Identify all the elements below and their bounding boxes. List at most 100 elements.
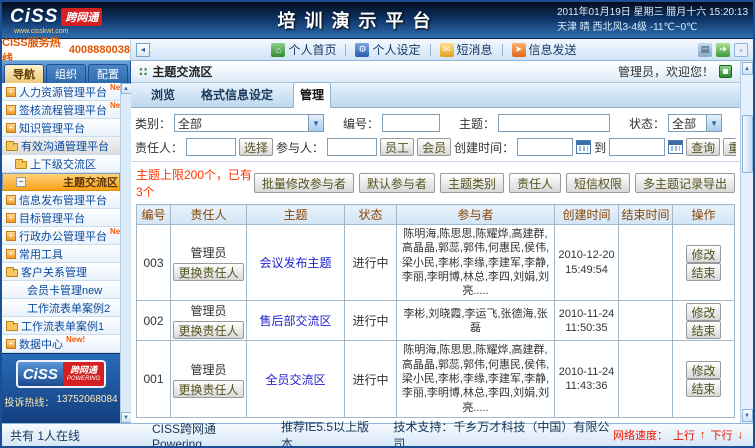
staff-button[interactable]: 员工 xyxy=(380,138,414,156)
sidebar-item[interactable]: +知识管理平台 xyxy=(2,119,120,137)
cell-actions: 修改结束 xyxy=(673,225,735,301)
folder-icon[interactable] xyxy=(6,323,18,331)
sidebar-item[interactable]: +行政办公管理平台New! xyxy=(2,227,120,245)
filter-row-2: 责任人： 选择 参与人： 员工 会员 创建时间： 到 查询 重置 xyxy=(135,138,736,156)
reset-button[interactable]: 重置 xyxy=(723,138,736,156)
sidebar-scrollbar[interactable]: ▲ ▼ xyxy=(120,83,131,423)
finish-button[interactable]: 结束 xyxy=(686,263,720,281)
scrollbar-track[interactable] xyxy=(742,75,753,409)
collapse-sidebar-button[interactable]: ◂ xyxy=(136,43,150,57)
action-button[interactable]: 多主题记录导出 xyxy=(635,173,735,193)
topic-input[interactable] xyxy=(498,114,610,132)
tab-manage[interactable]: 管理 xyxy=(293,82,331,108)
sidebar-item[interactable]: +常用工具 xyxy=(2,245,120,263)
sidebar-item[interactable]: 客户关系管理 xyxy=(2,263,120,281)
sidebar-tab-config[interactable]: 配置 xyxy=(88,64,128,83)
change-owner-button[interactable]: 更换责任人 xyxy=(173,321,243,339)
expand-plus-icon[interactable]: + xyxy=(6,195,16,205)
sidebar-tab-org[interactable]: 组织 xyxy=(46,64,86,83)
collapse-minus-icon[interactable]: − xyxy=(16,177,26,187)
sidebar-item[interactable]: 工作流表单案例2 xyxy=(2,299,120,317)
folder-icon[interactable] xyxy=(15,161,27,169)
expand-plus-icon[interactable]: + xyxy=(6,87,16,97)
topics-table-header-row: 编号责任人主题状态参与者创建时间结束时间操作 xyxy=(137,205,735,225)
choose-owner-button[interactable]: 选择 xyxy=(239,138,273,156)
search-button[interactable]: 查询 xyxy=(686,138,720,156)
online-count: 共有 1人在线 xyxy=(2,427,152,444)
change-owner-button[interactable]: 更换责任人 xyxy=(173,263,243,281)
new-badge: New! xyxy=(110,83,120,93)
cell-owner: 管理员更换责任人 xyxy=(171,225,247,301)
folder-icon[interactable] xyxy=(6,269,18,277)
action-button[interactable]: 批量修改参与者 xyxy=(254,173,354,193)
expand-plus-icon[interactable]: + xyxy=(6,213,16,223)
action-button[interactable]: 责任人 xyxy=(509,173,561,193)
edit-button[interactable]: 修改 xyxy=(686,361,720,379)
sidebar-left: +人力资源管理平台New!+签核流程管理平台New!+知识管理平台有效沟通管理平… xyxy=(2,83,120,423)
number-input[interactable] xyxy=(382,114,440,132)
owner-input[interactable] xyxy=(186,138,236,156)
scroll-down-icon[interactable]: ▼ xyxy=(742,409,753,422)
minimize-icon[interactable]: ▫ xyxy=(734,43,748,57)
sidebar-item-label: 常用工具 xyxy=(19,246,63,262)
expand-plus-icon[interactable]: + xyxy=(6,249,16,259)
expand-plus-icon[interactable]: + xyxy=(6,123,16,133)
tab-format-settings[interactable]: 格式信息设定 xyxy=(195,83,279,107)
sidebar-item[interactable]: +数据中心New! xyxy=(2,335,120,353)
created-to-input[interactable] xyxy=(609,138,665,156)
online-status-icon[interactable] xyxy=(719,65,732,78)
edit-button[interactable]: 修改 xyxy=(686,303,720,321)
cell-status: 进行中 xyxy=(345,301,397,341)
scroll-up-icon[interactable]: ▲ xyxy=(121,83,132,94)
finish-button[interactable]: 结束 xyxy=(686,379,720,397)
owner-label: 责任人： xyxy=(135,139,183,156)
sidebar-item[interactable]: 上下级交流区 xyxy=(2,155,120,173)
status-select[interactable]: 全部 ▼ xyxy=(668,114,722,132)
action-button[interactable]: 默认参与者 xyxy=(359,173,435,193)
calendar-icon[interactable] xyxy=(576,140,591,154)
participant-input[interactable] xyxy=(327,138,377,156)
sidebar-tab-nav[interactable]: 导航 xyxy=(4,64,44,83)
scroll-down-icon[interactable]: ▼ xyxy=(121,412,132,423)
action-button[interactable]: 主题类别 xyxy=(440,173,504,193)
expand-plus-icon[interactable]: + xyxy=(6,339,16,349)
action-button[interactable]: 短信权限 xyxy=(566,173,630,193)
sidebar-item[interactable]: +信息发布管理平台 xyxy=(2,191,120,209)
toolbar-item[interactable]: ⌂个人首页 xyxy=(271,41,336,58)
topic-link[interactable]: 全员交流区 xyxy=(265,373,325,387)
topic-link[interactable]: 会议发布主题 xyxy=(259,256,331,270)
tab-browse[interactable]: 浏览 xyxy=(145,83,181,107)
new-badge: New! xyxy=(110,101,120,111)
sidebar-item[interactable]: +签核流程管理平台New! xyxy=(2,101,120,119)
finish-button[interactable]: 结束 xyxy=(686,321,720,339)
category-select[interactable]: 全部 ▼ xyxy=(174,114,324,132)
calendar-icon[interactable] xyxy=(668,140,683,154)
edit-button[interactable]: 修改 xyxy=(686,245,720,263)
toolbar-item[interactable]: ➤信息发送 xyxy=(512,41,577,58)
report-icon[interactable]: ▤ xyxy=(698,43,712,57)
sidebar-item-label: 信息发布管理平台 xyxy=(19,192,107,208)
sidebar-item[interactable]: +人力资源管理平台New! xyxy=(2,83,120,101)
expand-plus-icon[interactable]: + xyxy=(6,105,16,115)
member-button[interactable]: 会员 xyxy=(417,138,451,156)
folder-icon[interactable] xyxy=(6,143,18,151)
brand-logo-text: CiSS xyxy=(18,362,63,386)
logout-icon[interactable]: ➜ xyxy=(716,43,730,57)
sidebar-item[interactable]: 有效沟通管理平台 xyxy=(2,137,120,155)
expand-plus-icon[interactable]: + xyxy=(6,231,16,241)
sidebar-item[interactable]: 会员卡管理new xyxy=(2,281,120,299)
sidebar-item[interactable]: +目标管理平台 xyxy=(2,209,120,227)
date-line: 2011年01月19日 星期三 腊月十六 15:20:13 xyxy=(557,5,749,21)
cell-status: 进行中 xyxy=(345,341,397,417)
sidebar-item[interactable]: 工作流表单案例1 xyxy=(2,317,120,335)
main-scrollbar[interactable]: ▲ ▼ xyxy=(740,61,753,423)
created-from-input[interactable] xyxy=(517,138,573,156)
toolbar-item[interactable]: ✉短消息 xyxy=(440,41,493,58)
sidebar-item[interactable]: −主题交流区 xyxy=(2,173,120,191)
scroll-up-icon[interactable]: ▲ xyxy=(742,62,753,75)
scrollbar-thumb[interactable] xyxy=(742,115,753,173)
change-owner-button[interactable]: 更换责任人 xyxy=(173,380,243,398)
toolbar-item[interactable]: ⚙个人设定 xyxy=(355,41,420,58)
page-title-icon: ∷ xyxy=(139,65,147,79)
topic-link[interactable]: 售后部交流区 xyxy=(259,314,331,328)
